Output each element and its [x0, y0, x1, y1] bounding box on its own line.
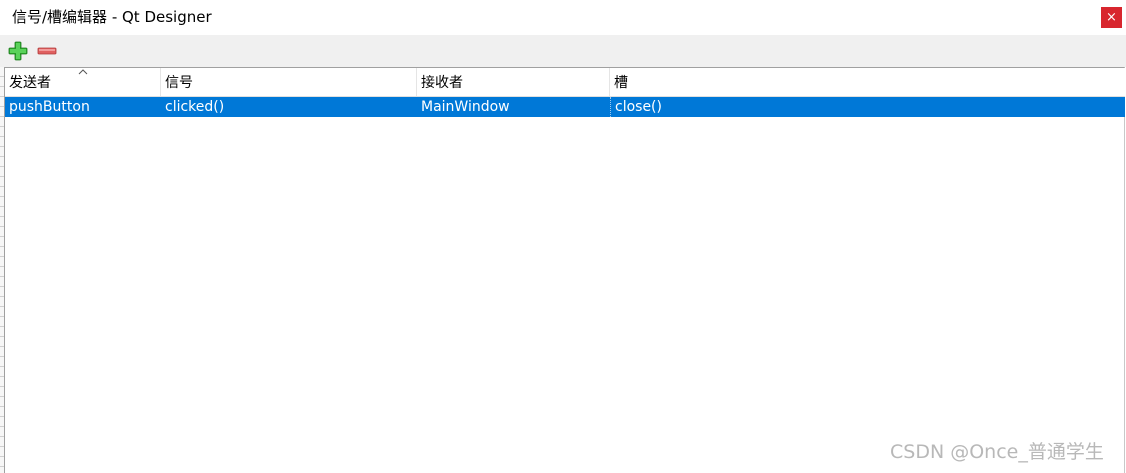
signal-value: clicked(): [165, 99, 225, 115]
receiver-value: MainWindow: [421, 99, 510, 115]
slot-value: close(): [615, 99, 662, 115]
connections-table: 发送者 信号 接收者 槽 pushButton clicked() MainWi…: [4, 67, 1125, 473]
receiver-cell[interactable]: MainWindow: [417, 97, 610, 117]
column-header-label: 接收者: [421, 75, 463, 91]
close-icon: ×: [1106, 10, 1117, 25]
sender-value: pushButton: [9, 99, 90, 115]
sort-ascending-icon: [78, 69, 88, 75]
close-button[interactable]: ×: [1101, 7, 1122, 28]
signal-cell[interactable]: clicked(): [161, 97, 417, 117]
add-connection-button[interactable]: [7, 41, 29, 61]
title-bar: 信号/槽编辑器 - Qt Designer ×: [0, 0, 1126, 35]
column-header-sender[interactable]: 发送者: [5, 68, 161, 96]
toolbar: [0, 35, 1126, 67]
signal-slot-editor-window: 信号/槽编辑器 - Qt Designer × 发送者 信号 接收者 槽 pus…: [0, 0, 1126, 473]
column-header-label: 槽: [614, 75, 628, 91]
minus-icon: [37, 47, 57, 55]
column-header-signal[interactable]: 信号: [161, 68, 417, 96]
window-title: 信号/槽编辑器 - Qt Designer: [12, 8, 212, 26]
column-header-label: 信号: [165, 75, 193, 91]
slot-cell[interactable]: close(): [610, 97, 1125, 117]
plus-icon: [8, 41, 28, 61]
column-header-receiver[interactable]: 接收者: [417, 68, 610, 96]
watermark: CSDN @Once_普通学生: [890, 441, 1104, 463]
sender-cell[interactable]: pushButton: [5, 97, 161, 117]
table-header: 发送者 信号 接收者 槽: [5, 68, 1125, 97]
remove-connection-button[interactable]: [36, 41, 58, 61]
column-header-slot[interactable]: 槽: [610, 68, 1125, 96]
column-header-label: 发送者: [9, 75, 51, 91]
table-row[interactable]: pushButton clicked() MainWindow close(): [5, 97, 1125, 117]
